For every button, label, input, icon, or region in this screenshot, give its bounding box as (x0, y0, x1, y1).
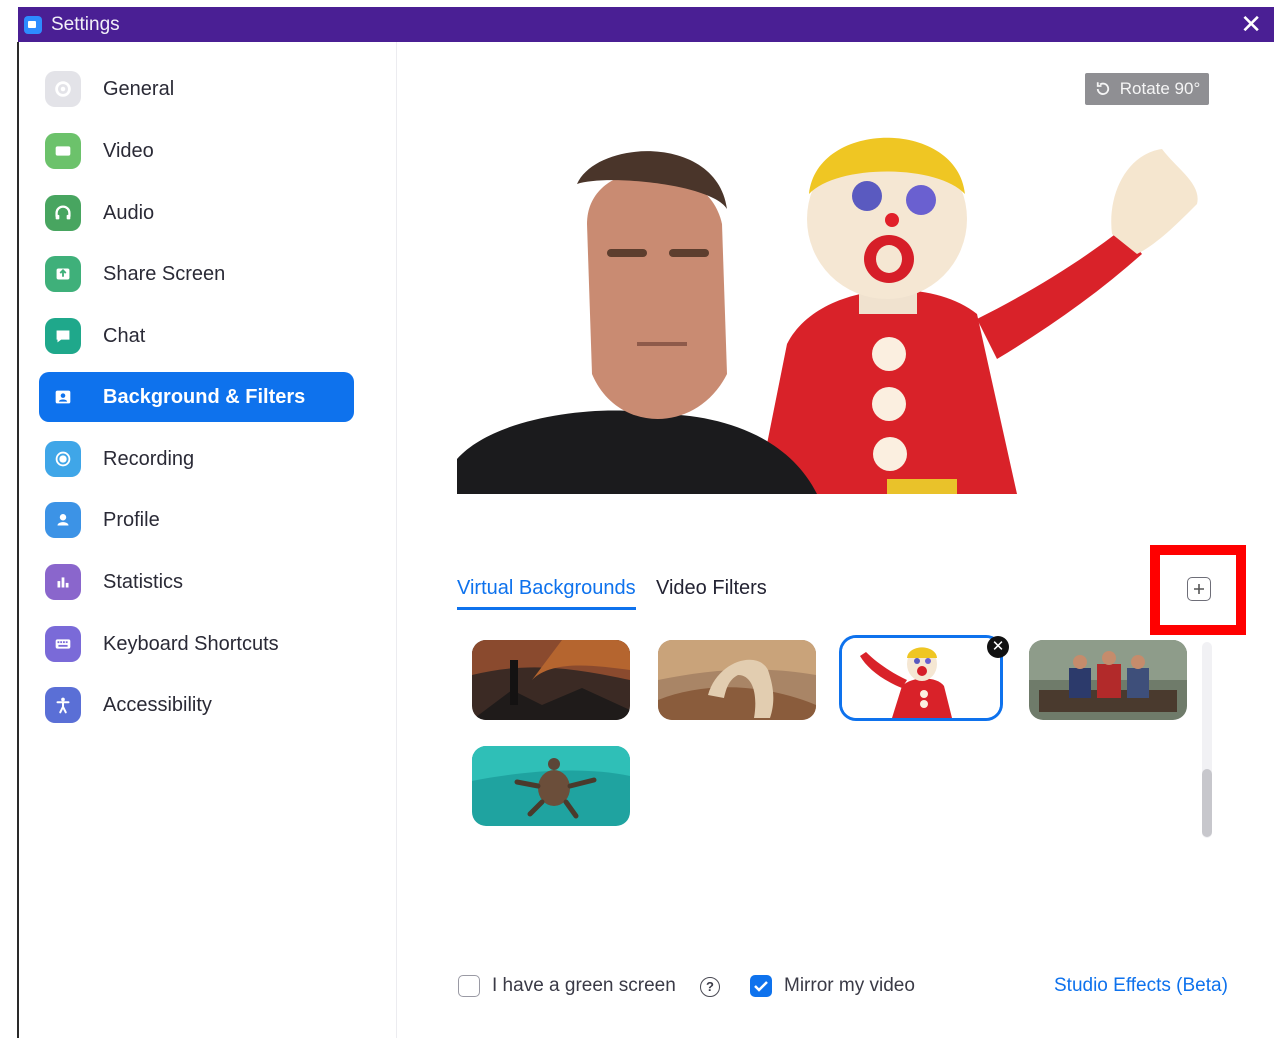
plus-icon (1194, 584, 1204, 594)
close-icon[interactable]: ✕ (1240, 10, 1262, 38)
desert-sandworm-image (658, 640, 816, 720)
background-thumbnail-desert[interactable] (658, 640, 816, 720)
tab-virtual-backgrounds[interactable]: Virtual Backgrounds (457, 577, 636, 610)
sidebar-item-label: Background & Filters (103, 385, 306, 408)
rotate-90-button[interactable]: Rotate 90° (1085, 73, 1209, 105)
sidebar-item-video[interactable]: Video (39, 126, 354, 176)
help-question-icon[interactable]: ? (700, 977, 720, 997)
background-icon (45, 379, 81, 415)
volcano-tower-image (472, 640, 630, 720)
sidebar-item-keyboard-shortcuts[interactable]: Keyboard Shortcuts (39, 619, 354, 669)
sea-turtle-image (472, 746, 630, 826)
background-thumbnail-clay-figure[interactable] (842, 638, 1000, 718)
mirror-video-checkbox[interactable] (750, 975, 772, 997)
scrollbar-thumb[interactable] (1202, 769, 1212, 837)
settings-content: Rotate 90° Virtual Backgrounds Video Fil… (398, 42, 1274, 1038)
add-background-button[interactable] (1187, 577, 1211, 601)
sidebar-item-label: Audio (103, 201, 155, 224)
checkmark-icon (754, 981, 768, 992)
sidebar-item-label: Statistics (103, 570, 184, 593)
sidebar-item-label: Video (103, 139, 154, 162)
background-thumbnail-volcano[interactable] (472, 640, 630, 720)
sidebar-item-audio[interactable]: Audio (39, 188, 354, 238)
headphones-icon (45, 195, 81, 231)
background-thumbnail-couch[interactable] (1029, 640, 1187, 720)
sidebar-item-background-filters[interactable]: Background & Filters (39, 372, 354, 422)
clay-figure-image (842, 638, 1000, 718)
green-screen-checkbox[interactable] (458, 975, 480, 997)
sidebar-item-label: Accessibility (103, 693, 212, 716)
video-preview (457, 114, 1209, 494)
sidebar-item-label: Recording (103, 447, 195, 470)
window-title: Settings (51, 14, 120, 35)
video-camera-icon (45, 133, 81, 169)
sidebar-item-label: Share Screen (103, 262, 226, 285)
sidebar-item-recording[interactable]: Recording (39, 434, 354, 484)
sidebar-item-label: Profile (103, 508, 160, 531)
green-screen-label: I have a green screen (492, 975, 676, 996)
mirror-video-label: Mirror my video (784, 975, 915, 996)
statistics-icon (45, 564, 81, 600)
sidebar-item-label: Chat (103, 324, 146, 347)
sidebar-item-statistics[interactable]: Statistics (39, 557, 354, 607)
tab-video-filters[interactable]: Video Filters (656, 577, 767, 600)
title-bar: Settings ✕ (18, 7, 1274, 42)
background-thumbnail-sea-turtle[interactable] (472, 746, 630, 826)
sidebar-item-general[interactable]: General (39, 64, 354, 114)
share-screen-icon (45, 256, 81, 292)
sidebar-item-share-screen[interactable]: Share Screen (39, 249, 354, 299)
rotate-icon (1096, 82, 1109, 95)
sidebar-item-label: General (103, 77, 175, 100)
keyboard-icon (45, 626, 81, 662)
chat-bubble-icon (45, 318, 81, 354)
profile-icon (45, 502, 81, 538)
background-options-footer: I have a green screen ? Mirror my video … (398, 972, 1274, 1004)
record-icon (45, 441, 81, 477)
sidebar-item-accessibility[interactable]: Accessibility (39, 680, 354, 730)
sidebar-item-label: Keyboard Shortcuts (103, 632, 279, 655)
settings-sidebar: General Video Audio Share Screen Chat Ba… (19, 42, 397, 1038)
remove-background-close-icon[interactable]: ✕ (987, 636, 1009, 658)
accessibility-icon (45, 687, 81, 723)
rotate-label: Rotate 90° (1119, 79, 1201, 98)
sidebar-item-chat[interactable]: Chat (39, 311, 354, 361)
gear-icon (45, 71, 81, 107)
sidebar-item-profile[interactable]: Profile (39, 495, 354, 545)
zoom-app-icon (24, 16, 42, 34)
studio-effects-link[interactable]: Studio Effects (Beta) (1054, 975, 1228, 997)
three-people-couch-image (1029, 640, 1187, 720)
